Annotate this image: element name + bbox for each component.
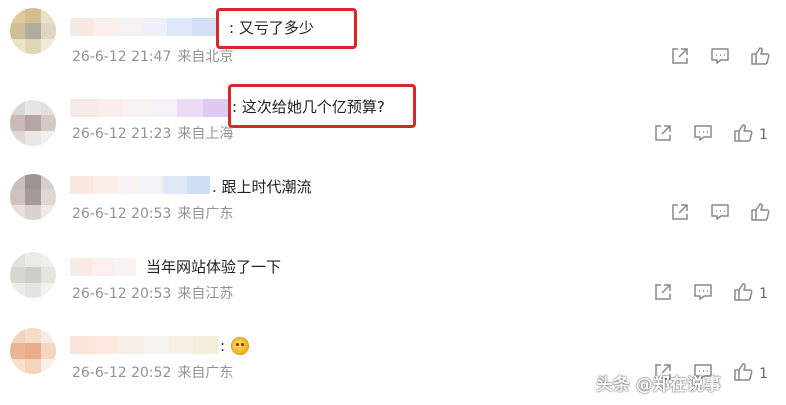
avatar[interactable] [10,174,56,220]
comment-location: 来自上海 [177,126,234,142]
comment-meta: 26-6-12 20:52 来自广东 [72,364,233,382]
comment-meta: 26-6-12 21:23 来自上海 [72,125,233,143]
comment-text: 当年网站体验了一下 [146,258,282,276]
avatar[interactable] [10,100,56,146]
comment-text: : 这次给她几个亿预算? [232,98,385,116]
like-count: 1 [759,366,768,382]
comment-text: : 又亏了多少 [229,19,314,37]
comment-icon[interactable] [692,122,714,144]
like-icon[interactable] [749,201,771,223]
comment-location: 来自广东 [177,206,234,222]
avatar[interactable] [10,252,56,298]
comment-time: 26-6-12 20:53 [72,286,172,302]
comment-text: . 跟上时代潮流 [212,178,312,196]
like-count: 1 [759,127,768,143]
share-icon[interactable] [652,281,674,303]
comment-time: 26-6-12 21:23 [72,126,172,142]
share-icon[interactable] [669,201,691,223]
comment-time: 26-6-12 21:47 [72,49,172,65]
share-icon[interactable] [669,45,691,67]
comment-icon[interactable] [692,281,714,303]
share-icon[interactable] [652,122,674,144]
like-icon[interactable] [749,45,771,67]
username-blurred[interactable] [70,336,219,354]
username-blurred[interactable] [70,18,216,36]
like-icon[interactable] [732,361,754,383]
like-icon[interactable] [732,281,754,303]
comment-meta: 26-6-12 20:53 来自江苏 [72,285,233,303]
comment-time: 26-6-12 20:52 [72,365,172,381]
like-count: 1 [759,286,768,302]
username-blurred[interactable] [70,258,136,276]
like-icon[interactable] [732,122,754,144]
laughing-emoji-icon [231,337,249,355]
avatar[interactable] [10,8,56,54]
comment-icon[interactable] [709,45,731,67]
comment-time: 26-6-12 20:53 [72,206,172,222]
watermark: 头条 @郑在说事 [596,375,721,395]
comment-location: 来自广东 [177,365,234,381]
comment-meta: 26-6-12 21:47 来自北京 [72,48,233,66]
comment-meta: 26-6-12 20:53 来自广东 [72,205,233,223]
comment-location: 来自北京 [177,49,234,65]
comment-text: : [220,337,226,355]
comment-icon[interactable] [709,201,731,223]
avatar[interactable] [10,328,56,374]
comment-location: 来自江苏 [177,286,234,302]
username-blurred[interactable] [70,99,231,117]
username-blurred[interactable] [70,176,210,194]
